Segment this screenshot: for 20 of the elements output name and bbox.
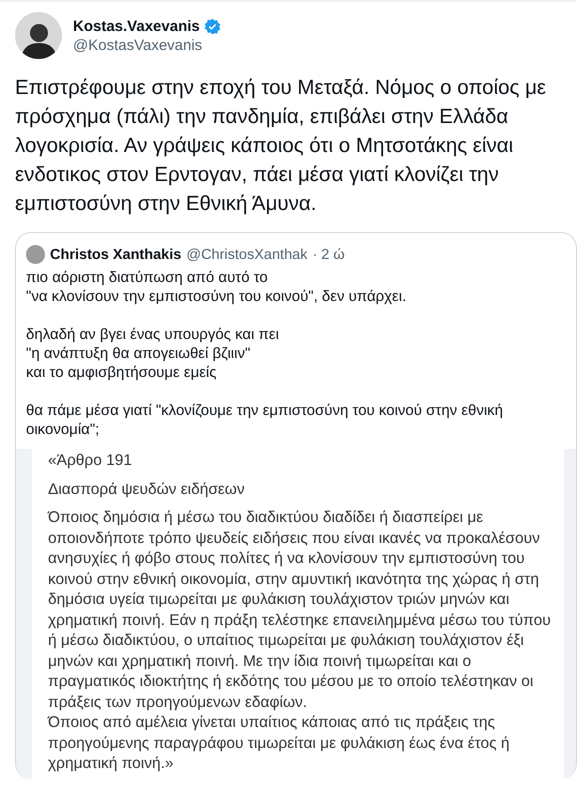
article-number: «Άρθρο 191: [48, 451, 134, 471]
quoted-tweet-text: και το αμφισβητήσουμε εμείς: [26, 363, 218, 382]
quoted-tweet-text: δηλαδή αν βγει ένας υπουργός και πει: [26, 325, 280, 344]
avatar[interactable]: [15, 12, 62, 59]
article-paragraph: Όποιος από αμέλεια γίνεται υπαίτιος κάποιας από τις πράξεις της προηγούμενης παραγράφου τιμωρείται με φυλάκιση έως ένα έτος ή χρηματική ποινή.»: [48, 713, 511, 774]
quoted-tweet-text: "η ανάπτυξη θα απογειωθεί βζιιιν": [26, 344, 252, 363]
quoted-tweet-text: πιο αόριστη διατύπωση από αυτό το: [26, 268, 269, 287]
quoted-author-handle[interactable]: @ChristosXanthak: [186, 246, 308, 262]
person-silhouette-icon: [20, 21, 56, 59]
tweet-text: Επιστρέφουμε στην εποχή του Μεταξά. Νόμος ο οποίος με πρόσχημα (πάλι) την πανδημία, επιβάλει στην Ελλάδα λογοκρισία. Αν γράψεις κάποιος ότι ο Μητσοτάκης είναι ενδοτικος στον Ερντογαν, πάει μέσα γιατί κλονίζει την εμπιστοσύνη στην Εθνική Άμυνα.: [15, 75, 548, 217]
article-heading: Διασπορά ψευδών ειδήσεων: [48, 480, 246, 500]
quoted-tweet-text: θα πάμε μέσα γιατί "κλονίζουμε την εμπιστοσύνη του κοινού στην εθνική οικονομία";: [26, 401, 504, 439]
author-handle[interactable]: @KostasVaxevanis: [73, 36, 221, 54]
quoted-author-name[interactable]: Christos Xanthakis: [50, 246, 182, 262]
article-paragraph: Όποιος δημόσια ή μέσω του διαδικτύου διαδίδει ή διασπείρει με οποιονδήποτε τρόπο ψευδείς ειδήσεις που είναι ικανές να προκαλέσουν ανησυχίες ή φόβο στους πολίτες ή να κλονίσουν την εμπιστοσύνη του κοινού στην εθνική οικονομία, στην αμυντική ικανότητα της χώρας ή στη δημόσια υγεία τιμωρείται με φυλάκιση τουλάχιστον τριών μηνών και χρηματική ποινή. Εάν η πράξη τελέστηκε επανειλημμένα μέσω του τύπου ή μέσω διαδικτύου, ο υπαίτιος τιμωρείται με φυλάκιση τουλάχιστον έξι μηνών και χρηματική ποινή. Με την ίδια ποινή τιμωρείται και ο πραγματικός ιδιοκτήτης ή εκδότης του μέσου με το οποίο τελέστηκαν οι πράξεις των προηγούμενων εδαφίων.: [48, 508, 552, 712]
quoted-avatar[interactable]: [26, 245, 45, 264]
quoted-tweet-time[interactable]: · 2 ώ: [312, 246, 345, 262]
quoted-tweet-text: "να κλονίσουν την εμπιστοσύνη του κοινού", δεν υπάρχει.: [26, 287, 408, 306]
author-name[interactable]: Kostas.Vaxevanis: [73, 18, 200, 34]
quoted-tweet-card[interactable]: [15, 232, 577, 778]
